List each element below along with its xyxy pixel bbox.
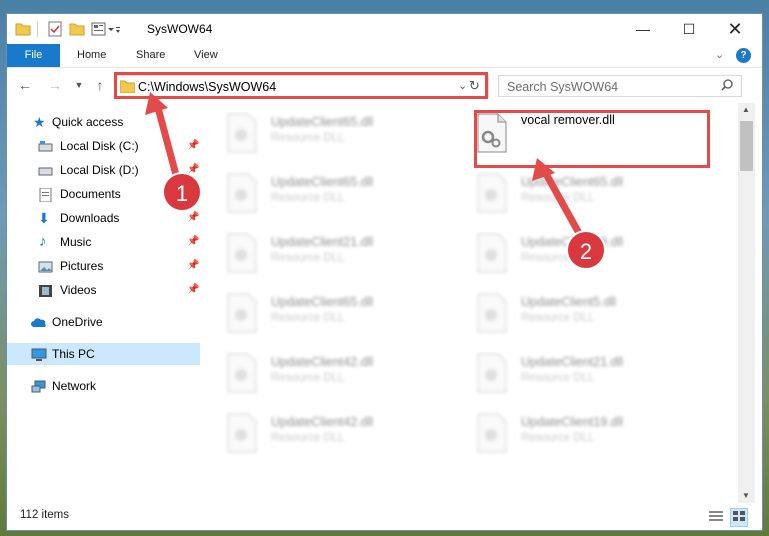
annotation-arrows	[145, 92, 584, 237]
arrow-1-line	[153, 103, 180, 176]
step-2-badge: 2	[566, 230, 606, 270]
step-1-badge: 1	[162, 172, 202, 212]
arrow-2-line	[541, 170, 584, 237]
